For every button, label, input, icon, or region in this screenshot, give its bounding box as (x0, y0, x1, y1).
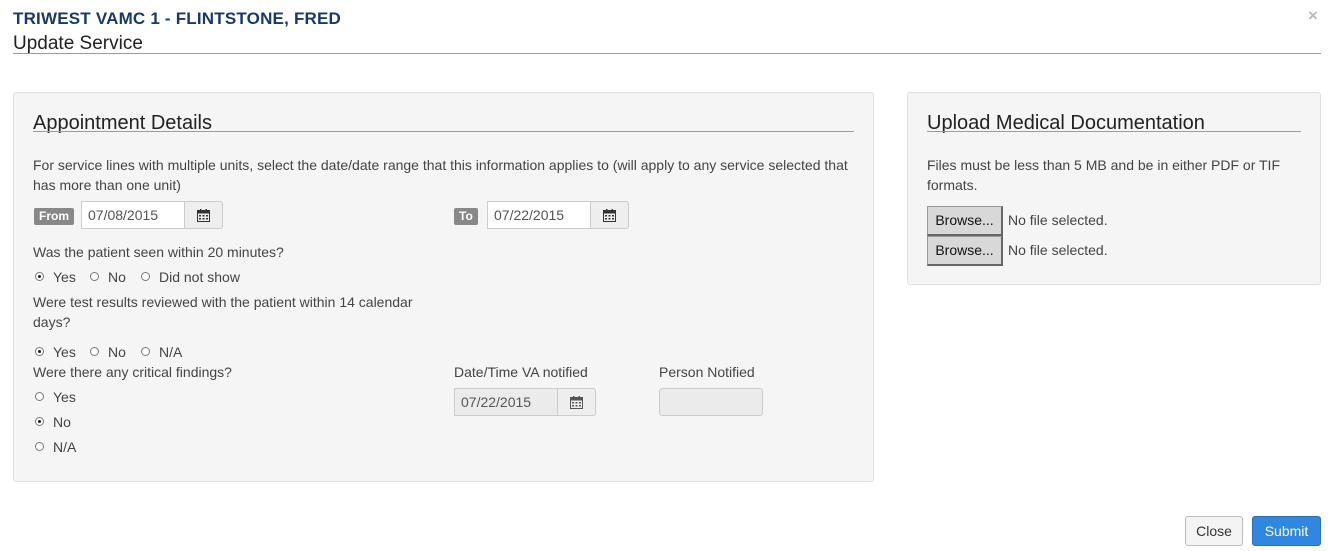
radio-seen-no[interactable] (90, 272, 99, 281)
file-status-1: No file selected. (1008, 212, 1108, 228)
upload-heading-divider (927, 131, 1301, 132)
from-label: From (34, 208, 74, 225)
from-date-input[interactable] (81, 201, 185, 229)
radio-critical-no[interactable] (35, 417, 44, 426)
close-icon[interactable]: × (1308, 6, 1318, 26)
va-notified-label: Date/Time VA notified (454, 364, 588, 380)
radio-test-na[interactable] (141, 347, 150, 356)
appointment-heading-divider (33, 131, 854, 132)
to-label: To (454, 208, 478, 225)
va-notified-date-picker-button (558, 388, 596, 416)
radio-seen-did-not-show-label: Did not show (159, 269, 240, 285)
radio-critical-na-label: N/A (53, 439, 77, 455)
date-range-instructions: For service lines with multiple units, s… (33, 157, 848, 193)
upload-documentation-panel: Upload Medical Documentation Files must … (907, 92, 1321, 285)
modal-title: Update Service (13, 33, 143, 54)
appointment-details-panel: Appointment Details For service lines wi… (13, 92, 874, 482)
submit-button[interactable]: Submit (1252, 516, 1321, 546)
radio-seen-did-not-show[interactable] (141, 272, 150, 281)
question-seen-20-minutes: Was the patient seen within 20 minutes? (33, 244, 284, 260)
va-notified-date-input (454, 388, 558, 416)
radio-test-na-label: N/A (159, 344, 183, 360)
person-notified-input (659, 388, 763, 416)
radio-critical-yes[interactable] (35, 392, 44, 401)
radio-test-no[interactable] (90, 347, 99, 356)
radio-test-yes[interactable] (35, 347, 44, 356)
file-status-2: No file selected. (1008, 242, 1108, 258)
question-test-results-14-days: Were test results reviewed with the pati… (33, 294, 413, 330)
person-notified-label: Person Notified (659, 364, 755, 380)
radio-seen-yes-label: Yes (53, 269, 76, 285)
patient-title: TRIWEST VAMC 1 - FLINTSTONE, FRED (13, 9, 342, 28)
radio-seen-no-label: No (108, 269, 126, 285)
radio-critical-no-label: No (53, 414, 71, 430)
close-button[interactable]: Close (1185, 516, 1243, 546)
calendar-icon (197, 208, 210, 222)
radio-critical-na[interactable] (35, 442, 44, 451)
calendar-icon (603, 208, 616, 222)
browse-button-2[interactable]: Browse... (927, 236, 1003, 266)
calendar-icon (570, 395, 583, 409)
question-critical-findings: Were there any critical findings? (33, 364, 232, 380)
radio-test-no-label: No (108, 344, 126, 360)
browse-button-1[interactable]: Browse... (927, 206, 1003, 236)
to-date-input[interactable] (487, 201, 591, 229)
title-divider (13, 53, 1321, 54)
from-date-picker-button[interactable] (185, 201, 223, 229)
upload-file-requirements: Files must be less than 5 MB and be in e… (927, 157, 1281, 193)
radio-critical-yes-label: Yes (53, 389, 76, 405)
radio-seen-yes[interactable] (35, 272, 44, 281)
radio-test-yes-label: Yes (53, 344, 76, 360)
to-date-picker-button[interactable] (591, 201, 629, 229)
